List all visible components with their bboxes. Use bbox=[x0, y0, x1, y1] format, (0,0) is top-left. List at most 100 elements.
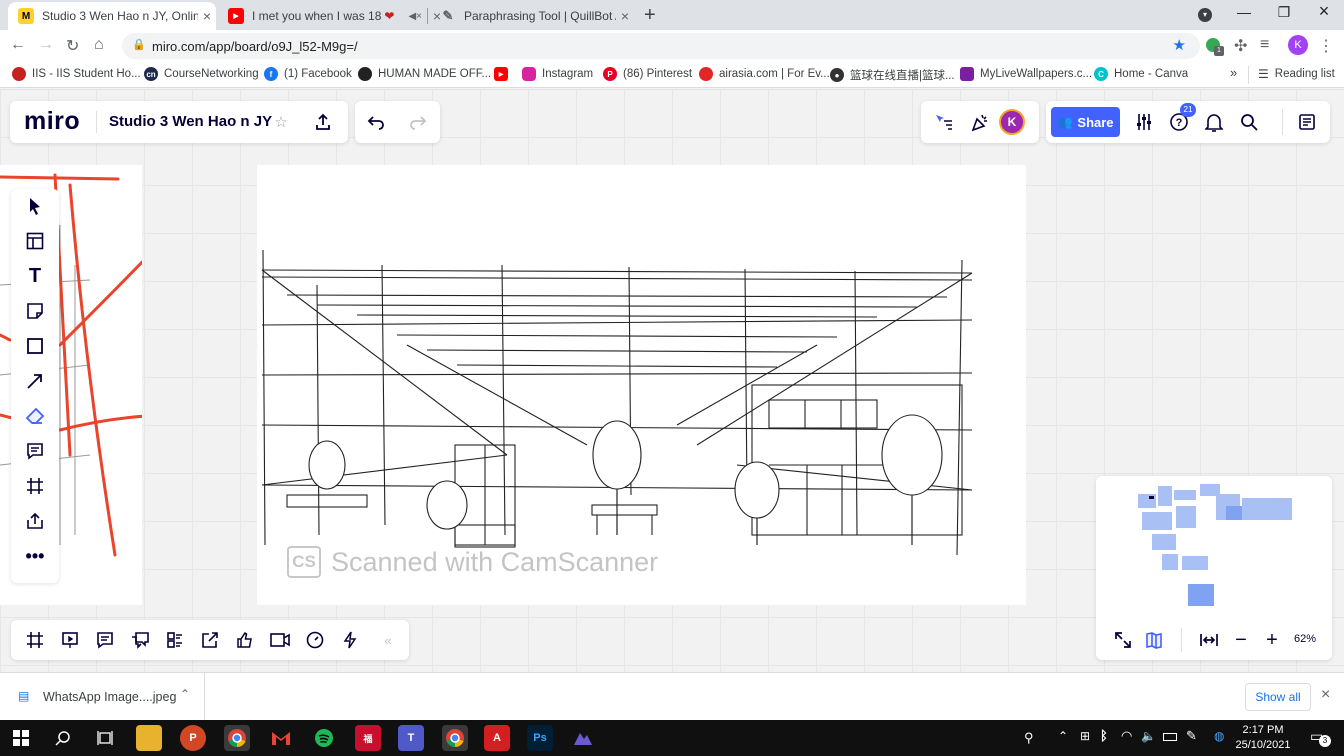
collapse-toolbar-icon[interactable]: « bbox=[377, 629, 399, 651]
redo-icon[interactable] bbox=[407, 111, 429, 133]
bookmark-star-icon[interactable]: ★ bbox=[1173, 36, 1186, 54]
bookmark-youtube[interactable]: ▶ bbox=[494, 67, 514, 81]
undo-icon[interactable] bbox=[365, 111, 387, 133]
maximize-icon[interactable]: ❐ bbox=[1264, 4, 1304, 21]
bookmark-coursenetworking[interactable]: cn CourseNetworking bbox=[144, 67, 259, 81]
tab-miro[interactable]: M Studio 3 Wen Hao n JY, Online W × bbox=[8, 2, 216, 30]
star-icon[interactable]: ☆ bbox=[272, 112, 290, 132]
upload-icon[interactable] bbox=[24, 510, 46, 532]
zoom-in-icon[interactable]: + bbox=[1261, 629, 1283, 651]
map-icon[interactable] bbox=[1143, 629, 1165, 651]
bookmark-mylivewallpapers[interactable]: MyLiveWallpapers.c... bbox=[960, 67, 1092, 81]
zoom-out-icon[interactable]: − bbox=[1230, 629, 1252, 651]
close-shelf-icon[interactable]: × bbox=[1321, 686, 1330, 704]
sticky-note-icon[interactable] bbox=[24, 300, 46, 322]
minimize-icon[interactable]: — bbox=[1224, 4, 1264, 20]
show-all-button[interactable]: Show all bbox=[1245, 683, 1311, 711]
gmail-icon[interactable] bbox=[268, 725, 294, 751]
collaborator-avatar[interactable]: K bbox=[999, 109, 1025, 135]
bookmark-airasia[interactable]: airasia.com | For Ev... bbox=[699, 67, 830, 81]
reload-icon[interactable]: ↻ bbox=[66, 36, 79, 56]
tab-search-icon[interactable]: ▾ bbox=[1198, 8, 1212, 22]
miro-board-canvas[interactable]: CS Scanned with CamScanner miro Studio 3… bbox=[0, 89, 1344, 672]
shape-icon[interactable] bbox=[24, 335, 46, 357]
select-cursor-icon[interactable] bbox=[24, 195, 46, 217]
sketch-app-icon[interactable] bbox=[570, 725, 596, 751]
chrome-menu-icon[interactable]: ⋮ bbox=[1318, 36, 1334, 56]
chevron-up-icon[interactable]: ⌃ bbox=[1058, 729, 1068, 743]
board-title[interactable]: Studio 3 Wen Hao n JY bbox=[109, 113, 272, 130]
settings-sliders-icon[interactable] bbox=[1133, 111, 1155, 133]
embed-link-icon[interactable] bbox=[199, 629, 221, 651]
file-explorer-icon[interactable] bbox=[136, 725, 162, 751]
text-tool-icon[interactable]: T bbox=[24, 265, 46, 287]
connection-line-icon[interactable] bbox=[24, 370, 46, 392]
bookmark-basketball[interactable]: ● 篮球在线直播|篮球... bbox=[830, 67, 955, 83]
cards-icon[interactable] bbox=[164, 629, 186, 651]
miro-logo[interactable]: miro bbox=[24, 107, 80, 136]
search-icon[interactable] bbox=[50, 725, 76, 751]
people-icon[interactable]: ⚲ bbox=[1024, 730, 1034, 746]
upload-export-icon[interactable] bbox=[312, 111, 334, 133]
search-icon[interactable] bbox=[1238, 111, 1260, 133]
window-close-icon[interactable]: × bbox=[1304, 1, 1344, 22]
task-view-icon[interactable] bbox=[92, 725, 118, 751]
tab-youtube[interactable]: ▶ I met you when I was 18 ❤ ◀× × bbox=[218, 2, 441, 30]
bookmarks-more[interactable]: » bbox=[1230, 65, 1237, 80]
share-button[interactable]: 👥 Share bbox=[1051, 107, 1120, 137]
photoshop-icon[interactable]: Ps bbox=[527, 725, 553, 751]
timer-icon[interactable] bbox=[304, 629, 326, 651]
wifi-icon[interactable]: ◠ bbox=[1121, 728, 1132, 744]
bell-icon[interactable] bbox=[1203, 111, 1225, 133]
download-item[interactable]: ▤ WhatsApp Image....jpeg ⌃ bbox=[0, 673, 205, 721]
comment-icon[interactable] bbox=[24, 440, 46, 462]
lightning-icon[interactable] bbox=[339, 629, 361, 651]
frame-icon[interactable] bbox=[24, 475, 46, 497]
chrome-profile-icon[interactable] bbox=[442, 725, 468, 751]
celebrate-icon[interactable] bbox=[969, 111, 991, 133]
bookmark-pinterest[interactable]: P (86) Pinterest bbox=[603, 67, 692, 81]
teams-icon[interactable]: T bbox=[398, 725, 424, 751]
powerpoint-icon[interactable]: P bbox=[180, 725, 206, 751]
fit-screen-icon[interactable] bbox=[1112, 629, 1134, 651]
extensions-puzzle-icon[interactable]: ✣ bbox=[1234, 36, 1247, 56]
bookmark-instagram[interactable]: Instagram bbox=[522, 67, 593, 81]
reading-list[interactable]: ☰ Reading list bbox=[1258, 67, 1335, 81]
new-tab-icon[interactable]: + bbox=[644, 4, 656, 27]
windows-start-icon[interactable] bbox=[8, 725, 34, 751]
battery-icon[interactable] bbox=[1163, 733, 1177, 741]
acrobat-icon[interactable]: A bbox=[484, 725, 510, 751]
close-icon[interactable]: × bbox=[198, 8, 216, 24]
presentation-icon[interactable] bbox=[59, 629, 81, 651]
minimap[interactable] bbox=[1096, 476, 1332, 616]
address-bar[interactable]: 🔒 miro.com/app/board/o9J_l52-M9g=/ ★ bbox=[122, 33, 1200, 59]
forward-icon[interactable]: → bbox=[38, 36, 54, 54]
video-call-icon[interactable] bbox=[269, 629, 291, 651]
tab-quillbot[interactable]: ✎ Paraphrasing Tool | QuillBot AI × bbox=[430, 2, 634, 30]
network-globe-icon[interactable]: ◍ bbox=[1214, 729, 1224, 743]
spotify-icon[interactable] bbox=[311, 725, 337, 751]
chevron-up-icon[interactable]: ⌃ bbox=[180, 687, 190, 701]
chrome-icon[interactable] bbox=[224, 725, 250, 751]
pen-icon[interactable]: ✎ bbox=[1186, 728, 1197, 744]
tray-app-icon[interactable]: ⊞ bbox=[1080, 729, 1090, 743]
scanned-sketch-image[interactable]: CS Scanned with CamScanner bbox=[257, 165, 1026, 605]
profile-avatar[interactable]: K bbox=[1288, 35, 1308, 55]
home-icon[interactable]: ⌂ bbox=[94, 36, 104, 54]
bookmark-facebook[interactable]: f (1) Facebook bbox=[264, 67, 352, 81]
bluetooth-icon[interactable]: ᛒ bbox=[1100, 728, 1108, 743]
clock[interactable]: 2:17 PM 25/10/2021 bbox=[1234, 723, 1292, 753]
bookmark-canva[interactable]: C Home - Canva bbox=[1094, 67, 1188, 81]
volume-icon[interactable]: 🔈 bbox=[1141, 729, 1156, 743]
comments-icon[interactable] bbox=[94, 629, 116, 651]
board-list-icon[interactable] bbox=[1296, 111, 1318, 133]
chat-icon[interactable] bbox=[129, 629, 151, 651]
zoom-level[interactable]: 62% bbox=[1294, 633, 1316, 645]
close-icon[interactable]: × bbox=[616, 8, 634, 24]
voting-thumbs-up-icon[interactable] bbox=[234, 629, 256, 651]
bookmark-human-made[interactable]: HUMAN MADE OFF... bbox=[358, 67, 491, 81]
templates-icon[interactable] bbox=[24, 230, 46, 252]
more-tools-icon[interactable]: ••• bbox=[24, 545, 46, 567]
frames-icon[interactable] bbox=[24, 629, 46, 651]
media-control-icon[interactable]: ≡ bbox=[1260, 36, 1269, 54]
